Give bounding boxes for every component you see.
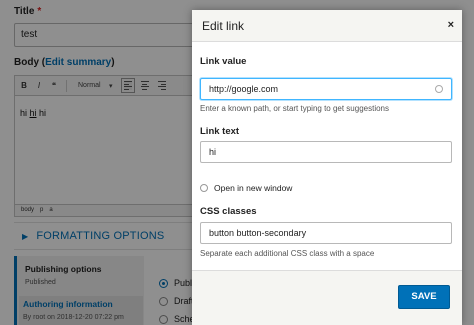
link-value-help: Enter a known path, or start typing to g… — [200, 104, 389, 113]
dialog-footer: SAVE — [192, 270, 462, 325]
link-value-label: Link value — [200, 56, 247, 67]
new-window-checkbox[interactable] — [200, 184, 208, 192]
link-text-label: Link text — [200, 126, 240, 137]
autocomplete-throbber-icon — [435, 85, 443, 93]
css-classes-label: CSS classes — [200, 206, 257, 217]
save-button[interactable]: SAVE — [398, 285, 450, 309]
css-classes-help: Separate each additional CSS class with … — [200, 249, 375, 258]
link-value-text: http://google.com — [209, 84, 279, 94]
dialog-title: Edit link — [202, 19, 245, 33]
close-icon[interactable]: × — [448, 19, 454, 31]
link-value-input[interactable]: http://google.com — [200, 78, 452, 100]
css-classes-input[interactable]: button button-secondary — [200, 222, 452, 244]
dialog-header: Edit link × — [192, 10, 462, 42]
link-text-input[interactable]: hi — [200, 141, 452, 163]
edit-link-dialog: Edit link × Link value http://google.com… — [192, 10, 462, 325]
new-window-label: Open in new window — [214, 183, 293, 193]
open-new-window-option[interactable]: Open in new window — [200, 183, 292, 193]
